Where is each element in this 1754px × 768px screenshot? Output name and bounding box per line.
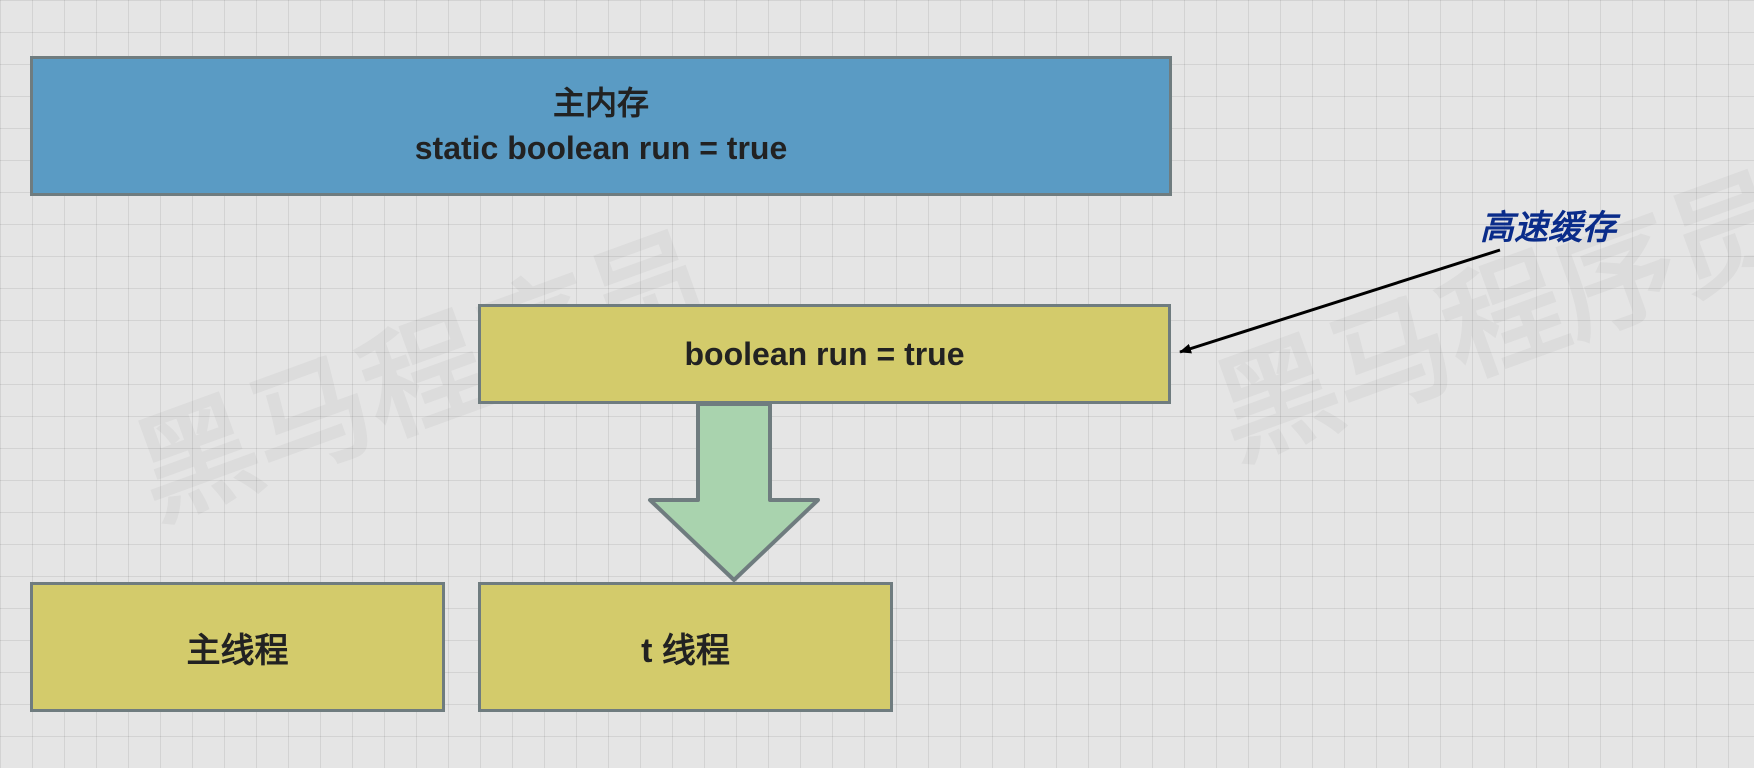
diagram-canvas: 黑马程序员 黑马程序员 主内存 static boolean run = tru…: [0, 0, 1754, 768]
main-memory-code: static boolean run = true: [415, 126, 788, 171]
main-memory-title: 主内存: [553, 81, 649, 126]
main-thread-box: 主线程: [30, 582, 445, 712]
cache-code: boolean run = true: [684, 336, 964, 373]
main-thread-label: 主线程: [187, 623, 289, 672]
t-thread-label: t 线程: [641, 623, 730, 672]
t-thread-box: t 线程: [478, 582, 893, 712]
cache-box: boolean run = true: [478, 304, 1171, 404]
cache-annotation-label: 高速缓存: [1480, 200, 1616, 249]
main-memory-box: 主内存 static boolean run = true: [30, 56, 1172, 196]
watermark: 黑马程序员: [1188, 123, 1754, 492]
